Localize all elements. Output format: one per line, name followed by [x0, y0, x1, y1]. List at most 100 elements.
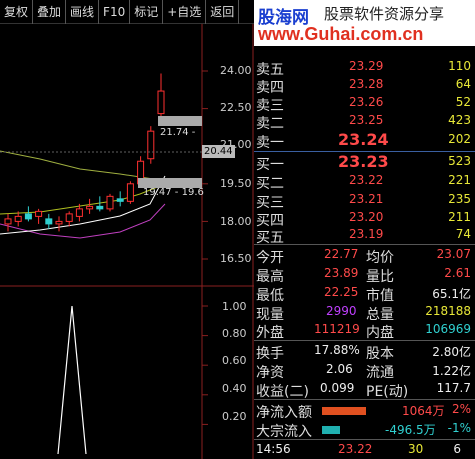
price-tick-label: 24.00 [220, 64, 252, 77]
avg-value: 23.07 [436, 247, 471, 261]
pe-value: 117.7 [436, 381, 471, 395]
volume-tick-label: 0.60 [222, 354, 247, 367]
candle-body [147, 130, 155, 160]
draw-line-button[interactable]: 画线 [66, 0, 100, 24]
stat-row: 今开 22.77 均价 23.07 [254, 246, 475, 266]
bigflow-row: 大宗流入 -496.5万 -1% [254, 420, 475, 440]
low-label: 最低 [256, 288, 284, 304]
price-tick-label: 22.50 [220, 101, 252, 114]
ask-row-1[interactable]: 卖一 23.24 202 [254, 130, 475, 151]
ask-label: 卖一 [256, 135, 284, 151]
last-price-tag: 20.44 [202, 145, 235, 158]
ask-volume: 64 [455, 77, 471, 91]
share-capital-label: 股本 [366, 346, 394, 362]
bid-row-5[interactable]: 买五 23.19 74 [254, 226, 475, 246]
bid-price: 23.21 [349, 192, 384, 206]
stat-row: 最高 23.89 量比 2.61 [254, 265, 475, 285]
chart-area[interactable]: 24.00 22.50 21.00 19.50 18.00 16.50 20.4… [0, 24, 254, 459]
price-tick-label: 18.00 [220, 215, 252, 228]
netflow-value: 1064万 [402, 404, 445, 418]
bid-volume: 74 [455, 227, 471, 241]
bigflow-label: 大宗流入 [256, 424, 312, 440]
back-button[interactable]: 返回 [206, 0, 240, 24]
tick-price: 23.22 [338, 442, 373, 456]
ask-row-4[interactable]: 卖四 23.28 64 [254, 76, 475, 96]
bid-row-2[interactable]: 买二 23.22 221 [254, 172, 475, 192]
volume-ratio-value: 2.61 [444, 266, 471, 280]
volume-spike [57, 305, 87, 455]
divider [254, 340, 475, 341]
bid-price: 23.19 [349, 227, 384, 241]
candle-body [55, 220, 63, 225]
bid-volume: 221 [448, 173, 471, 187]
candle-body [4, 218, 12, 225]
open-label: 今开 [256, 250, 284, 266]
ask-price: 23.25 [349, 113, 384, 127]
volume-tick-label: 0.80 [222, 327, 247, 340]
outer-disk-label: 外盘 [256, 325, 284, 341]
divider [254, 399, 475, 400]
ask-price: 23.24 [338, 130, 389, 149]
bid-volume: 235 [448, 192, 471, 206]
quote-panel: 卖五 23.29 110 卖四 23.28 64 卖三 23.26 52 卖二 … [254, 46, 475, 459]
volume-tick-label: 1.00 [222, 300, 247, 313]
candle-body [65, 213, 73, 222]
tick-count: 6 [453, 442, 461, 456]
ma-line-slow [0, 150, 201, 183]
ask-label: 卖二 [256, 116, 284, 132]
candle-body [45, 218, 53, 225]
bigflow-percent: -1% [447, 421, 471, 435]
netflow-bar [322, 407, 366, 415]
bid-label: 买二 [256, 176, 284, 192]
candle-body [14, 215, 22, 222]
pe-label: PE(动) [366, 384, 409, 400]
bigflow-value: -496.5万 [385, 423, 436, 437]
tick-row: 14:56 23.22 30 6 [254, 440, 475, 459]
ask-volume: 202 [448, 132, 471, 146]
bid-price: 23.22 [349, 173, 384, 187]
volume-tick-label: 0.40 [222, 382, 247, 395]
volume-ratio-label: 量比 [366, 269, 394, 285]
high-value: 23.89 [324, 266, 359, 280]
kline-chart[interactable] [0, 24, 254, 459]
ask-price: 23.29 [349, 59, 384, 73]
candle-body [157, 90, 165, 115]
candle-body [106, 195, 114, 210]
inner-disk-label: 内盘 [366, 325, 394, 341]
eps-label: 收益(二) [256, 384, 309, 400]
market-cap-value: 65.1亿 [432, 287, 471, 301]
ask-volume: 110 [448, 59, 471, 73]
overlay-button[interactable]: 叠加 [33, 0, 67, 24]
candle-body [75, 208, 83, 217]
turnover-label: 换手 [256, 346, 284, 362]
net-asset-label: 净资 [256, 365, 284, 381]
toolbar: 复权 叠加 画线 F10 标记 +自选 返回 [0, 0, 254, 24]
bid-row-3[interactable]: 买三 23.21 235 [254, 191, 475, 211]
market-cap-label: 市值 [366, 288, 394, 304]
float-label: 流通 [366, 365, 394, 381]
ask-row-2[interactable]: 卖二 23.25 423 [254, 112, 475, 132]
candle-body [96, 205, 104, 210]
current-volume-value: 2990 [326, 304, 357, 318]
low-value: 22.25 [324, 285, 359, 299]
divider [254, 244, 475, 245]
turnover-value: 17.88% [314, 343, 360, 357]
watermark-url: www.Guhai.com.cn [258, 24, 424, 44]
f10-button[interactable]: F10 [99, 0, 131, 24]
stat-row: 现量 2990 总量 218188 [254, 303, 475, 323]
bid-row-1[interactable]: 买一 23.23 523 [254, 152, 475, 173]
netflow-percent: 2% [451, 402, 471, 416]
float-value: 1.22亿 [432, 364, 471, 378]
restore-rights-button[interactable]: 复权 [0, 0, 34, 24]
high-label: 最高 [256, 269, 284, 285]
tick-volume: 30 [408, 442, 424, 456]
open-value: 22.77 [324, 247, 359, 261]
share-capital-value: 2.80亿 [432, 345, 471, 359]
ask-row-3[interactable]: 卖三 23.26 52 [254, 94, 475, 114]
mark-button[interactable]: 标记 [130, 0, 164, 24]
add-watchlist-button[interactable]: +自选 [163, 0, 207, 24]
range-high-label: 21.74 - [160, 127, 196, 138]
ask-row-5[interactable]: 卖五 23.29 110 [254, 58, 475, 78]
ask-price: 23.28 [349, 77, 384, 91]
price-tick-label: 16.50 [220, 252, 252, 265]
